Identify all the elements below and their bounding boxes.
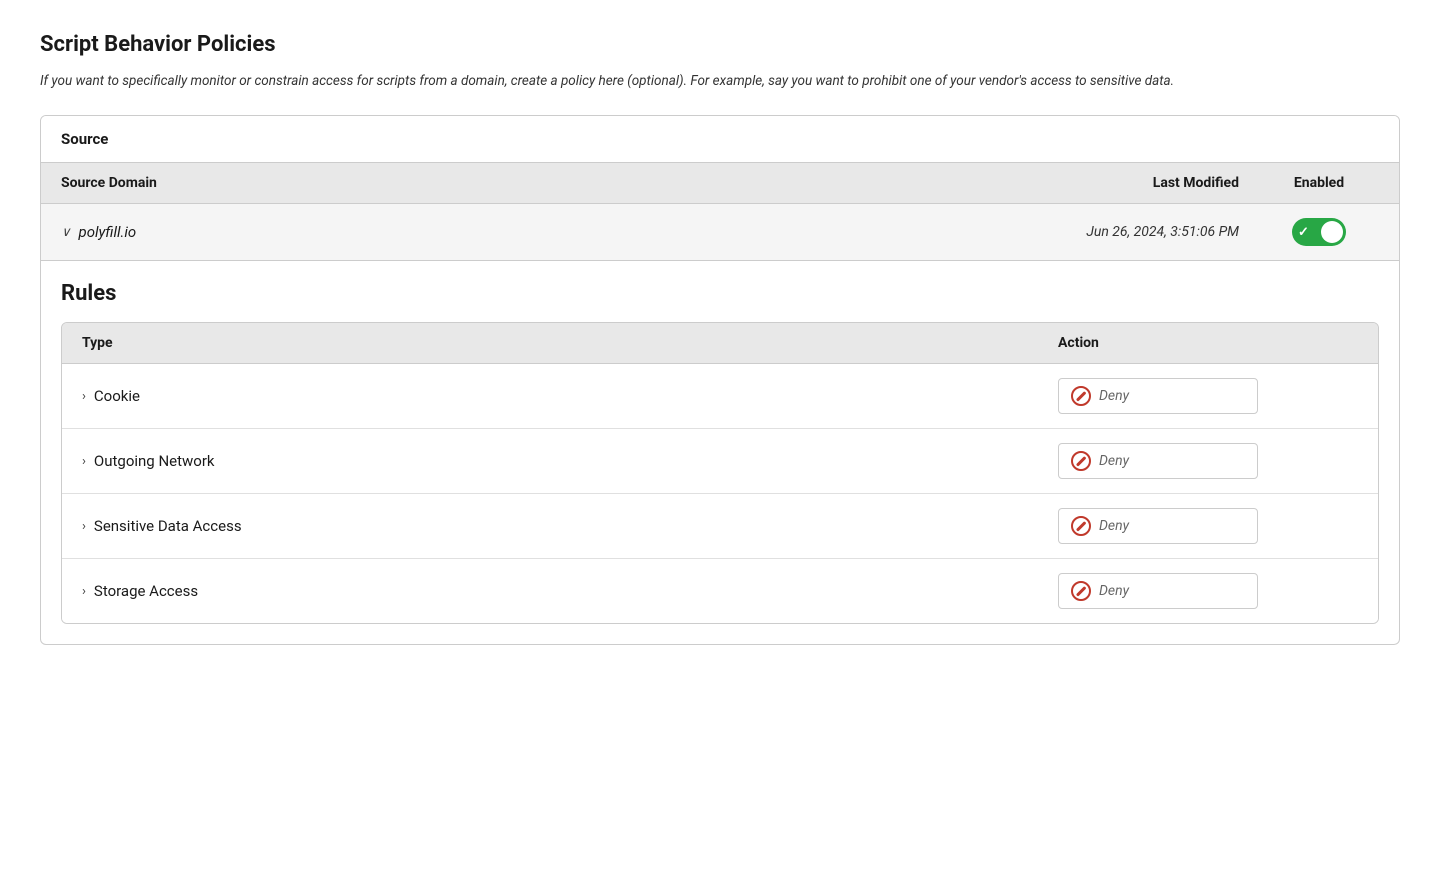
rules-section: Rules Type Action › Cookie Deny › (41, 261, 1399, 624)
rule-action-cell[interactable]: Deny (1058, 443, 1358, 479)
enabled-toggle[interactable]: ✓ (1292, 218, 1346, 246)
action-badge[interactable]: Deny (1058, 508, 1258, 544)
source-table-header: Source Domain Last Modified Enabled (41, 163, 1399, 204)
deny-icon (1071, 386, 1091, 406)
page-description: If you want to specifically monitor or c… (40, 71, 1400, 91)
action-label: Deny (1099, 453, 1129, 469)
source-domain-column-header: Source Domain (61, 175, 999, 191)
domain-value: polyfill.io (79, 223, 137, 241)
rule-type-cell[interactable]: › Storage Access (82, 582, 1058, 600)
rules-table-header: Type Action (62, 323, 1378, 364)
page-title: Script Behavior Policies (40, 32, 1400, 57)
rule-row: › Storage Access Deny (62, 559, 1378, 623)
rule-row: › Cookie Deny (62, 364, 1378, 429)
rules-card: Type Action › Cookie Deny › Outgoing Net… (61, 322, 1379, 624)
rule-type-label: Outgoing Network (94, 452, 215, 470)
enabled-cell[interactable]: ✓ (1259, 218, 1379, 246)
source-section-header: Source (41, 116, 1399, 163)
deny-icon (1071, 581, 1091, 601)
rule-type-label: Cookie (94, 387, 140, 405)
chevron-down-icon[interactable]: ∨ (61, 225, 71, 240)
last-modified-cell: Jun 26, 2024, 3:51:06 PM (999, 224, 1259, 240)
enabled-column-header: Enabled (1259, 175, 1379, 191)
action-label: Deny (1099, 388, 1129, 404)
rule-type-cell[interactable]: › Sensitive Data Access (82, 517, 1058, 535)
rule-type-cell[interactable]: › Cookie (82, 387, 1058, 405)
chevron-right-icon[interactable]: › (82, 454, 86, 469)
rule-row: › Sensitive Data Access Deny (62, 494, 1378, 559)
action-badge[interactable]: Deny (1058, 443, 1258, 479)
action-badge[interactable]: Deny (1058, 378, 1258, 414)
action-label: Deny (1099, 583, 1129, 599)
chevron-right-icon[interactable]: › (82, 584, 86, 599)
chevron-right-icon[interactable]: › (82, 389, 86, 404)
action-badge[interactable]: Deny (1058, 573, 1258, 609)
toggle-knob (1321, 221, 1343, 243)
rule-row: › Outgoing Network Deny (62, 429, 1378, 494)
source-table-card: Source Source Domain Last Modified Enabl… (40, 115, 1400, 645)
action-column-header: Action (1058, 335, 1358, 351)
source-table-row: ∨ polyfill.io Jun 26, 2024, 3:51:06 PM ✓ (41, 204, 1399, 261)
rules-rows-container: › Cookie Deny › Outgoing Network Deny (62, 364, 1378, 623)
chevron-right-icon[interactable]: › (82, 519, 86, 534)
rule-type-cell[interactable]: › Outgoing Network (82, 452, 1058, 470)
rule-action-cell[interactable]: Deny (1058, 378, 1358, 414)
deny-icon (1071, 516, 1091, 536)
toggle-checkmark-icon: ✓ (1298, 225, 1309, 240)
type-column-header: Type (82, 335, 1058, 351)
deny-icon (1071, 451, 1091, 471)
rule-type-label: Sensitive Data Access (94, 517, 242, 535)
last-modified-column-header: Last Modified (999, 175, 1259, 191)
rule-action-cell[interactable]: Deny (1058, 508, 1358, 544)
action-label: Deny (1099, 518, 1129, 534)
source-domain-cell[interactable]: ∨ polyfill.io (61, 223, 999, 241)
rule-type-label: Storage Access (94, 582, 198, 600)
rule-action-cell[interactable]: Deny (1058, 573, 1358, 609)
rules-title: Rules (61, 281, 1379, 306)
